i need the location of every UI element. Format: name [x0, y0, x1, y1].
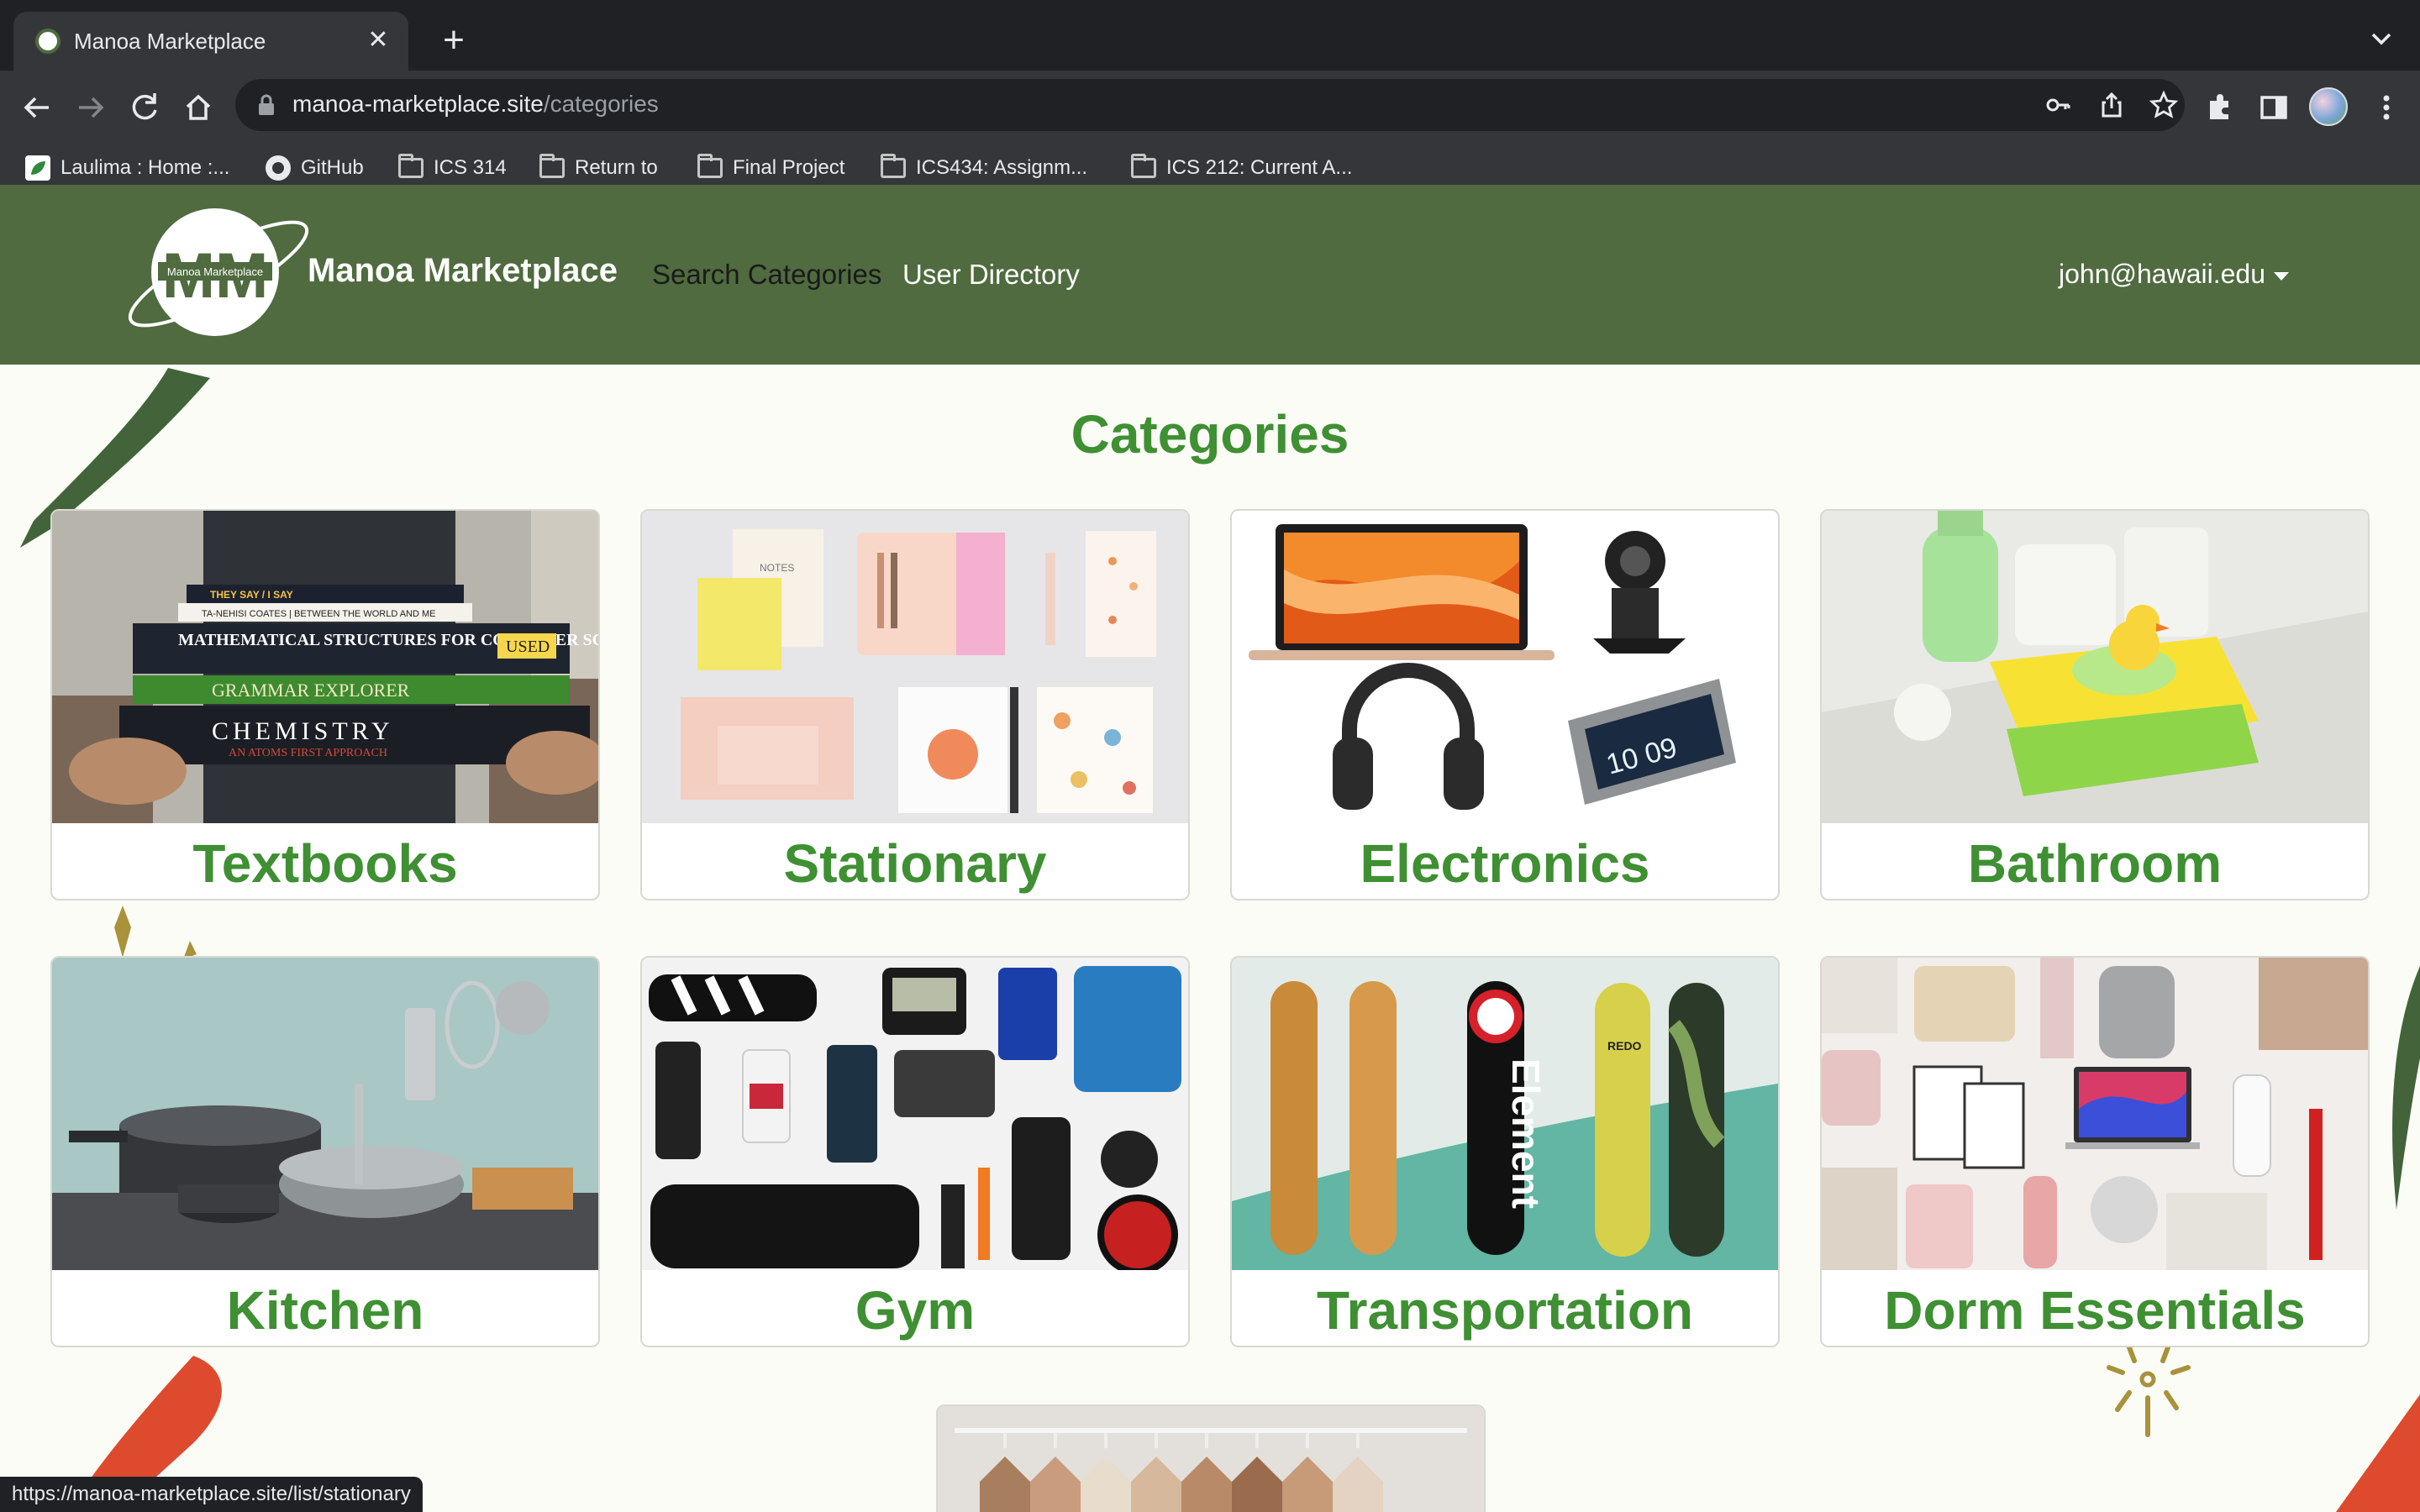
forward-arrow-icon[interactable]: [66, 82, 116, 133]
stationery-flatlay-image: NOTES: [642, 511, 1188, 823]
chevron-down-icon[interactable]: [2365, 22, 2398, 55]
folder-icon: [398, 154, 424, 178]
svg-text:Element: Element: [1504, 1058, 1548, 1209]
lock-icon: [259, 94, 274, 115]
close-tab-icon[interactable]: ✕: [361, 24, 395, 57]
nav-user-directory[interactable]: User Directory: [902, 259, 1080, 291]
category-card-clothing[interactable]: [936, 1404, 1486, 1512]
category-card-bathroom[interactable]: Bathroom: [1820, 509, 2370, 900]
category-card-stationary[interactable]: NOTES Stationary: [640, 509, 1190, 900]
home-icon[interactable]: [173, 82, 224, 133]
svg-text:USED: USED: [506, 638, 550, 656]
svg-text:GRAMMAR EXPLORER: GRAMMAR EXPLORER: [212, 680, 410, 701]
category-card-dorm-essentials[interactable]: Dorm Essentials: [1820, 956, 2370, 1347]
manoa-marketplace-logo[interactable]: MM Manoa Marketplace: [118, 207, 319, 341]
bookmark-github[interactable]: GitHub: [266, 151, 364, 185]
brand-name[interactable]: Manoa Marketplace: [308, 252, 618, 290]
caret-down-icon: [2273, 271, 2289, 281]
url-text: manoa-marketplace.site/categories: [292, 91, 659, 117]
svg-text:Manoa Marketplace: Manoa Marketplace: [167, 265, 263, 278]
kebab-menu-icon[interactable]: [2368, 89, 2405, 126]
gym-gear-image: [642, 958, 1188, 1270]
sun-doodle-decoration: [2107, 1345, 2191, 1437]
kitchen-cookware-image: [52, 958, 598, 1270]
bookmark-ics434[interactable]: ICS434: Assignm...: [881, 151, 1087, 185]
link-status-bar: https://manoa-marketplace.site/list/stat…: [0, 1477, 423, 1512]
category-card-textbooks[interactable]: THEY SAY / I SAY TA-NEHISI COATES | BETW…: [50, 509, 600, 900]
laulima-icon: [25, 155, 50, 181]
bookmark-return-to[interactable]: Return to: [539, 151, 658, 185]
reload-icon[interactable]: [119, 82, 170, 133]
nav-search-categories[interactable]: Search Categories: [652, 259, 881, 291]
svg-text:AN ATOMS FIRST APPROACH: AN ATOMS FIRST APPROACH: [229, 747, 387, 759]
address-bar[interactable]: manoa-marketplace.site/categories: [235, 79, 2185, 131]
electronics-collage-image: 10 09: [1232, 511, 1778, 823]
browser-tab[interactable]: Manoa Marketplace ✕: [13, 12, 408, 71]
tab-title: Manoa Marketplace: [74, 29, 266, 54]
category-label: Bathroom: [1967, 833, 2223, 894]
svg-text:THEY SAY / I SAY: THEY SAY / I SAY: [210, 589, 293, 601]
dorm-essentials-image: [1822, 958, 2368, 1270]
github-icon: [266, 155, 291, 181]
side-panel-icon[interactable]: [2255, 89, 2292, 126]
share-icon[interactable]: [2096, 89, 2128, 121]
browser-toolbar: manoa-marketplace.site/categories Laulim…: [0, 71, 2420, 200]
svg-text:NOTES: NOTES: [760, 562, 794, 574]
category-card-electronics[interactable]: 10 09 Electronics: [1230, 509, 1780, 900]
bookmark-final-project[interactable]: Final Project: [697, 151, 844, 185]
svg-text:TA-NEHISI COATES | BETWEEN THE: TA-NEHISI COATES | BETWEEN THE WORLD AND…: [202, 609, 436, 619]
bookmark-laulima[interactable]: Laulima : Home :...: [25, 151, 229, 185]
bookmark-star-icon[interactable]: [2148, 89, 2180, 121]
clothing-rack-image: [938, 1406, 1484, 1512]
bookmark-ics314[interactable]: ICS 314: [398, 151, 507, 185]
key-icon[interactable]: [2042, 89, 2074, 121]
category-card-kitchen[interactable]: Kitchen: [50, 956, 600, 1347]
category-label: Electronics: [1360, 833, 1650, 894]
category-card-gym[interactable]: Gym: [640, 956, 1190, 1347]
category-label: Transportation: [1316, 1280, 1694, 1341]
new-tab-icon[interactable]: +: [434, 22, 474, 62]
site-navbar: MM Manoa Marketplace Manoa Marketplace S…: [0, 185, 2420, 365]
category-label: Stationary: [783, 833, 1047, 894]
textbook-stack-image: THEY SAY / I SAY TA-NEHISI COATES | BETW…: [52, 511, 598, 823]
back-arrow-icon[interactable]: [12, 82, 62, 133]
category-label: Dorm Essentials: [1884, 1280, 2306, 1341]
user-dropdown[interactable]: john@hawaii.edu: [2059, 259, 2289, 290]
folder-icon: [539, 154, 565, 178]
bookmark-ics212[interactable]: ICS 212: Current A...: [1131, 151, 1352, 185]
folder-icon: [697, 154, 723, 178]
category-label: Gym: [855, 1280, 976, 1341]
profile-avatar[interactable]: [2309, 87, 2348, 126]
category-card-transportation[interactable]: Element REDO Transportation: [1230, 956, 1780, 1347]
category-label: Textbooks: [192, 833, 458, 894]
site-favicon-icon: [35, 29, 60, 54]
skateboards-image: Element REDO: [1232, 958, 1778, 1270]
extensions-puzzle-icon[interactable]: [2202, 89, 2238, 126]
page-title: Categories: [1071, 404, 1349, 465]
svg-text:REDO: REDO: [1607, 1039, 1642, 1053]
category-label: Kitchen: [226, 1280, 424, 1341]
bathroom-towels-image: [1822, 511, 2368, 823]
svg-text:CHEMISTRY: CHEMISTRY: [212, 717, 394, 745]
folder-icon: [881, 154, 906, 178]
folder-icon: [1131, 154, 1156, 178]
tab-strip: Manoa Marketplace ✕ +: [0, 0, 2420, 71]
red-corner-decoration: [2336, 1394, 2420, 1512]
